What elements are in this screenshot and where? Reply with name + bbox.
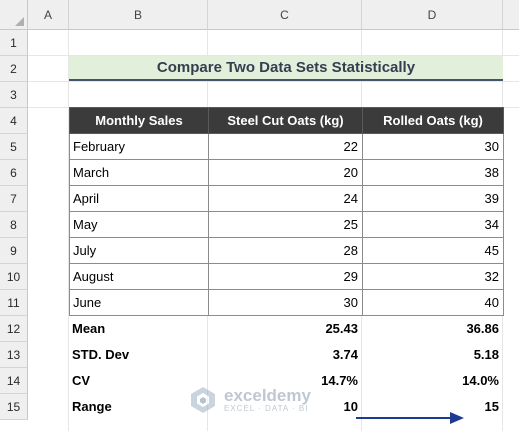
- row-header-13[interactable]: 13: [0, 342, 28, 368]
- row-header-1[interactable]: 1: [0, 30, 28, 56]
- stat-steel-cut[interactable]: 10: [208, 393, 362, 419]
- month-cell[interactable]: February: [69, 133, 209, 160]
- header-monthly-sales[interactable]: Monthly Sales: [69, 107, 209, 134]
- table-row: May 25 34: [69, 211, 504, 238]
- month-cell[interactable]: May: [69, 211, 209, 238]
- comparison-arrow-icon: [356, 412, 464, 424]
- stat-rolled-oats[interactable]: 5.18: [362, 341, 503, 367]
- month-cell[interactable]: August: [69, 263, 209, 290]
- column-header-e-partial[interactable]: [503, 0, 519, 30]
- rolled-oats-cell[interactable]: 32: [362, 263, 504, 290]
- row-header-7[interactable]: 7: [0, 186, 28, 212]
- row-header-14[interactable]: 14: [0, 368, 28, 394]
- stats-row: CV 14.7% 14.0%: [69, 367, 503, 393]
- row-header-15[interactable]: 15: [0, 394, 28, 420]
- header-steel-cut-oats[interactable]: Steel Cut Oats (kg): [208, 107, 363, 134]
- rolled-oats-cell[interactable]: 34: [362, 211, 504, 238]
- steel-cut-cell[interactable]: 25: [208, 211, 363, 238]
- stat-label[interactable]: Range: [69, 393, 208, 419]
- rolled-oats-cell[interactable]: 39: [362, 185, 504, 212]
- stats-table: Mean 25.43 36.86 STD. Dev 3.74 5.18 CV 1…: [69, 315, 503, 419]
- stat-label[interactable]: STD. Dev: [69, 341, 208, 367]
- table-header-row: Monthly Sales Steel Cut Oats (kg) Rolled…: [69, 107, 504, 134]
- steel-cut-cell[interactable]: 24: [208, 185, 363, 212]
- rolled-oats-cell[interactable]: 30: [362, 133, 504, 160]
- row-header-12[interactable]: 12: [0, 316, 28, 342]
- stat-steel-cut[interactable]: 14.7%: [208, 367, 362, 393]
- month-cell[interactable]: June: [69, 289, 209, 316]
- rolled-oats-cell[interactable]: 45: [362, 237, 504, 264]
- steel-cut-cell[interactable]: 29: [208, 263, 363, 290]
- select-all-corner[interactable]: [0, 0, 28, 30]
- stat-steel-cut[interactable]: 25.43: [208, 315, 362, 341]
- stat-rolled-oats[interactable]: 36.86: [362, 315, 503, 341]
- rolled-oats-cell[interactable]: 38: [362, 159, 504, 186]
- table-row: July 28 45: [69, 237, 504, 264]
- column-header-b[interactable]: B: [69, 0, 208, 30]
- rolled-oats-cell[interactable]: 40: [362, 289, 504, 316]
- steel-cut-cell[interactable]: 30: [208, 289, 363, 316]
- table-row: August 29 32: [69, 263, 504, 290]
- sales-table: Monthly Sales Steel Cut Oats (kg) Rolled…: [69, 107, 504, 316]
- row-header-5[interactable]: 5: [0, 134, 28, 160]
- row-header-6[interactable]: 6: [0, 160, 28, 186]
- row-header-4[interactable]: 4: [0, 108, 28, 134]
- gridline: [28, 81, 519, 82]
- select-all-triangle-icon: [15, 17, 24, 26]
- steel-cut-cell[interactable]: 28: [208, 237, 363, 264]
- column-header-c[interactable]: C: [208, 0, 362, 30]
- table-row: February 22 30: [69, 133, 504, 160]
- stat-label[interactable]: Mean: [69, 315, 208, 341]
- table-row: April 24 39: [69, 185, 504, 212]
- table-row: June 30 40: [69, 289, 504, 316]
- stat-rolled-oats[interactable]: 14.0%: [362, 367, 503, 393]
- stat-label[interactable]: CV: [69, 367, 208, 393]
- stat-steel-cut[interactable]: 3.74: [208, 341, 362, 367]
- row-header-11[interactable]: 11: [0, 290, 28, 316]
- stats-row: Mean 25.43 36.86: [69, 315, 503, 341]
- row-header-2[interactable]: 2: [0, 56, 28, 82]
- month-cell[interactable]: July: [69, 237, 209, 264]
- row-header-10[interactable]: 10: [0, 264, 28, 290]
- row-header-8[interactable]: 8: [0, 212, 28, 238]
- row-header-3[interactable]: 3: [0, 82, 28, 108]
- column-header-d[interactable]: D: [362, 0, 503, 30]
- month-cell[interactable]: March: [69, 159, 209, 186]
- steel-cut-cell[interactable]: 20: [208, 159, 363, 186]
- table-row: March 20 38: [69, 159, 504, 186]
- steel-cut-cell[interactable]: 22: [208, 133, 363, 160]
- column-header-a[interactable]: A: [28, 0, 69, 30]
- sheet-title[interactable]: Compare Two Data Sets Statistically: [69, 56, 503, 81]
- month-cell[interactable]: April: [69, 185, 209, 212]
- header-rolled-oats[interactable]: Rolled Oats (kg): [362, 107, 504, 134]
- stats-row: STD. Dev 3.74 5.18: [69, 341, 503, 367]
- row-header-9[interactable]: 9: [0, 238, 28, 264]
